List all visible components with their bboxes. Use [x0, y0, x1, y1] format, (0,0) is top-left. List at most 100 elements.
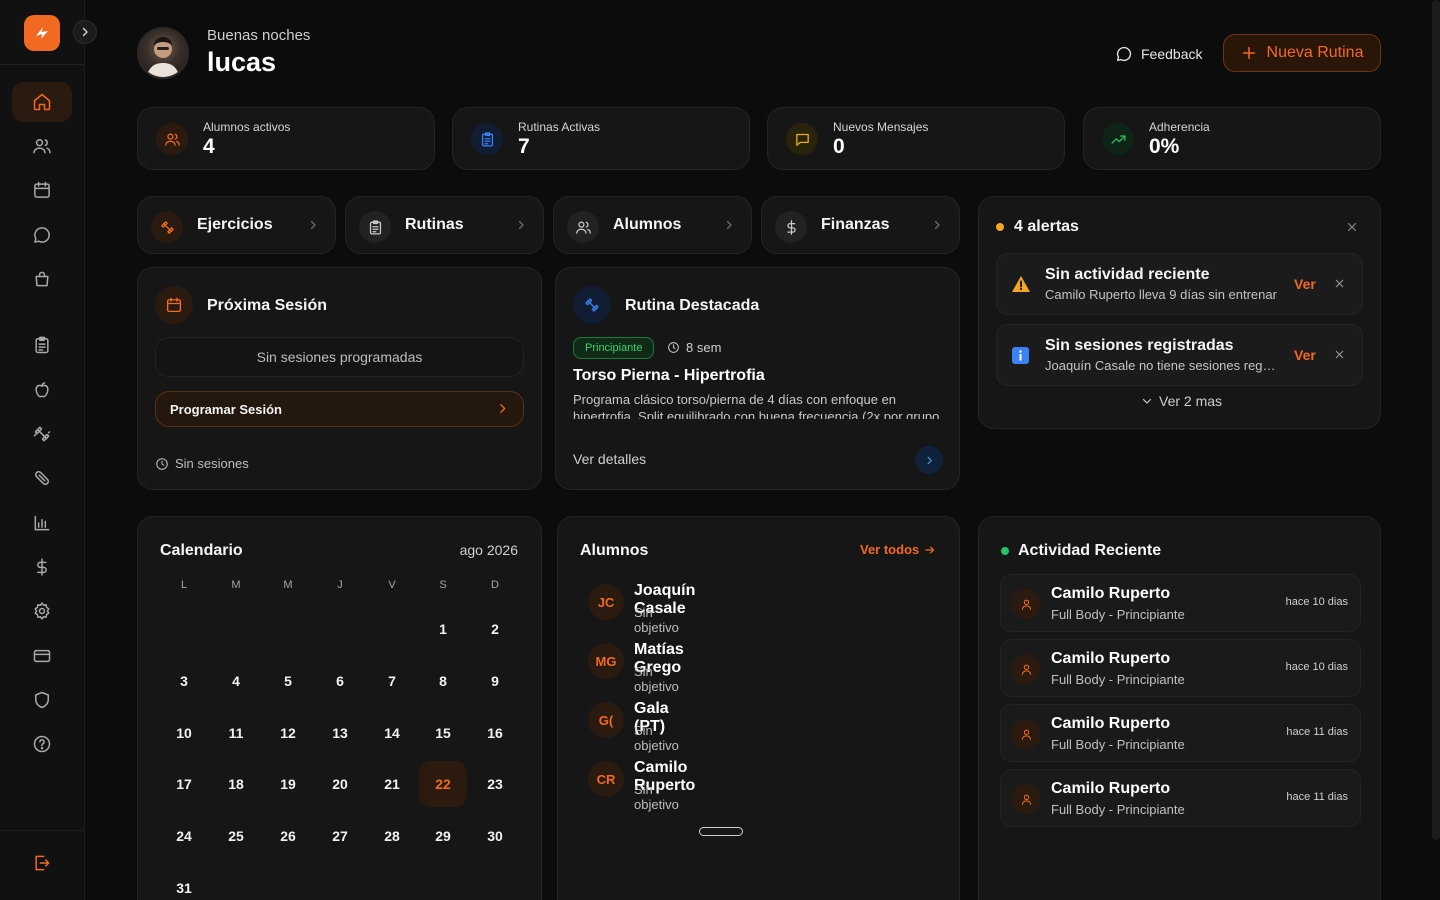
- message-square-icon: [795, 133, 809, 146]
- calendar-day[interactable]: 12: [264, 710, 312, 756]
- calendar-day[interactable]: 21: [368, 761, 416, 807]
- dismiss-alert-button[interactable]: [1334, 349, 1345, 360]
- calendar-day[interactable]: 23: [471, 761, 519, 807]
- calendar-day[interactable]: 20: [316, 761, 364, 807]
- user-icon: [1011, 719, 1041, 749]
- calendar-day[interactable]: 11: [212, 710, 260, 756]
- chevron-right-icon: [931, 219, 943, 231]
- calendar-day[interactable]: 1: [419, 606, 467, 652]
- calendar-day[interactable]: 31: [160, 865, 208, 900]
- calendar-day[interactable]: 3: [160, 658, 208, 704]
- sidebar-item-exercises[interactable]: [12, 414, 72, 454]
- info-icon: [1012, 347, 1029, 364]
- sidebar-item-stats[interactable]: [12, 503, 72, 543]
- calendar-day[interactable]: 10: [160, 710, 208, 756]
- sidebar-item-billing[interactable]: [12, 636, 72, 676]
- calendar-day[interactable]: 26: [264, 813, 312, 859]
- sidebar-item-finance[interactable]: [12, 547, 72, 587]
- sidebar-item-supplements[interactable]: [12, 458, 72, 498]
- view-details-button[interactable]: [915, 446, 943, 474]
- student-goal: Sin objetivo: [634, 664, 679, 694]
- close-icon: [1335, 350, 1344, 359]
- quick-link-routines[interactable]: Rutinas: [345, 196, 544, 254]
- bar-chart-icon: [34, 515, 50, 531]
- list-scroll-indicator[interactable]: [699, 827, 743, 836]
- stat-icon-wrap: [1102, 123, 1134, 155]
- sidebar-item-nutrition[interactable]: [12, 370, 72, 410]
- activity-item[interactable]: Camilo Ruperto Full Body - Principiante ha…: [1000, 769, 1361, 827]
- show-more-alerts-button[interactable]: Ver 2 mas: [1141, 393, 1222, 409]
- new-routine-button[interactable]: Nueva Rutina: [1223, 34, 1381, 72]
- activity-item[interactable]: Camilo Ruperto Full Body - Principiante ha…: [1000, 574, 1361, 632]
- calendar-month[interactable]: ago 2026: [460, 542, 518, 558]
- sidebar-item-security[interactable]: [12, 680, 72, 720]
- schedule-session-button[interactable]: Programar Sesión: [155, 391, 524, 427]
- quick-link-finance[interactable]: Finanzas: [761, 196, 960, 254]
- calendar-day[interactable]: 4: [212, 658, 260, 704]
- quick-icon-wrap: [775, 211, 807, 243]
- see-all-students-link[interactable]: Ver todos: [860, 542, 936, 557]
- sidebar-item-home[interactable]: [12, 82, 72, 122]
- activity-item[interactable]: Camilo Ruperto Full Body - Principiante ha…: [1000, 704, 1361, 762]
- sidebar-item-calendar[interactable]: [12, 170, 72, 210]
- calendar-day[interactable]: 18: [212, 761, 260, 807]
- alert-view-link[interactable]: Ver: [1294, 347, 1316, 363]
- calendar-day[interactable]: 8: [419, 658, 467, 704]
- close-alerts-button[interactable]: [1346, 221, 1358, 233]
- stat-label: Adherencia: [1149, 120, 1210, 134]
- calendar-day[interactable]: 19: [264, 761, 312, 807]
- calendar-title: Calendario: [160, 542, 243, 559]
- calendar-day[interactable]: 13: [316, 710, 364, 756]
- calendar-day-today[interactable]: 22: [419, 761, 467, 808]
- trending-up-icon: [1110, 134, 1126, 144]
- logout-button[interactable]: [12, 843, 72, 883]
- sidebar-item-store[interactable]: [12, 259, 72, 299]
- calendar-day[interactable]: 28: [368, 813, 416, 859]
- alert-view-link[interactable]: Ver: [1294, 276, 1316, 292]
- user-icon: [1011, 654, 1041, 684]
- dismiss-alert-button[interactable]: [1334, 278, 1345, 289]
- routine-description: Programa clásico torso/pierna de 4 días …: [573, 392, 940, 419]
- sidebar-expand-button[interactable]: [73, 20, 97, 44]
- alert-item[interactable]: Sin actividad reciente Camilo Ruperto ll…: [996, 253, 1363, 315]
- calendar-day[interactable]: 17: [160, 761, 208, 807]
- calendar-day[interactable]: 24: [160, 813, 208, 859]
- calendar-day[interactable]: 16: [471, 710, 519, 756]
- calendar-day[interactable]: 5: [264, 658, 312, 704]
- calendar-day[interactable]: 15: [419, 710, 467, 756]
- student-avatar: JC: [588, 584, 624, 620]
- calendar-day[interactable]: 25: [212, 813, 260, 859]
- sidebar-item-help[interactable]: [12, 724, 72, 764]
- calendar-day[interactable]: 2: [471, 606, 519, 652]
- calendar-day[interactable]: 9: [471, 658, 519, 704]
- alert-item[interactable]: Sin sesiones registradas Joaquín Casale …: [996, 324, 1363, 386]
- weekday-header: J: [337, 579, 343, 591]
- weekday-header: S: [439, 579, 447, 591]
- users-icon: [575, 221, 591, 234]
- calendar-day[interactable]: 7: [368, 658, 416, 704]
- activity-item[interactable]: Camilo Ruperto Full Body - Principiante ha…: [1000, 639, 1361, 697]
- activity-routine: Full Body - Principiante: [1051, 672, 1185, 687]
- calendar-day[interactable]: 27: [316, 813, 364, 859]
- alert-subtitle: Camilo Ruperto lleva 9 días sin entrenar: [1045, 287, 1277, 302]
- user-avatar[interactable]: [137, 27, 189, 79]
- stat-card-active-routines: Rutinas Activas 7: [452, 107, 750, 170]
- feedback-button[interactable]: Feedback: [1115, 42, 1202, 66]
- calendar-day[interactable]: 14: [368, 710, 416, 756]
- calendar-icon: [166, 297, 182, 313]
- sidebar-item-messages[interactable]: [12, 215, 72, 255]
- page-scrollbar[interactable]: [1432, 0, 1440, 840]
- sidebar-item-routines[interactable]: [12, 325, 72, 365]
- calendar-day[interactable]: 30: [471, 813, 519, 859]
- calendar-day[interactable]: 6: [316, 658, 364, 704]
- quick-link-exercises[interactable]: Ejercicios: [137, 196, 336, 254]
- sidebar-item-students[interactable]: [12, 126, 72, 166]
- help-icon: [33, 735, 51, 753]
- view-details-link[interactable]: Ver detalles: [573, 451, 646, 467]
- app-logo[interactable]: [24, 15, 60, 51]
- arrow-right-icon: [925, 545, 935, 554]
- quick-link-label: Finanzas: [821, 216, 890, 233]
- calendar-day[interactable]: 29: [419, 813, 467, 859]
- quick-link-students[interactable]: Alumnos: [553, 196, 752, 254]
- sidebar-item-settings[interactable]: [12, 591, 72, 631]
